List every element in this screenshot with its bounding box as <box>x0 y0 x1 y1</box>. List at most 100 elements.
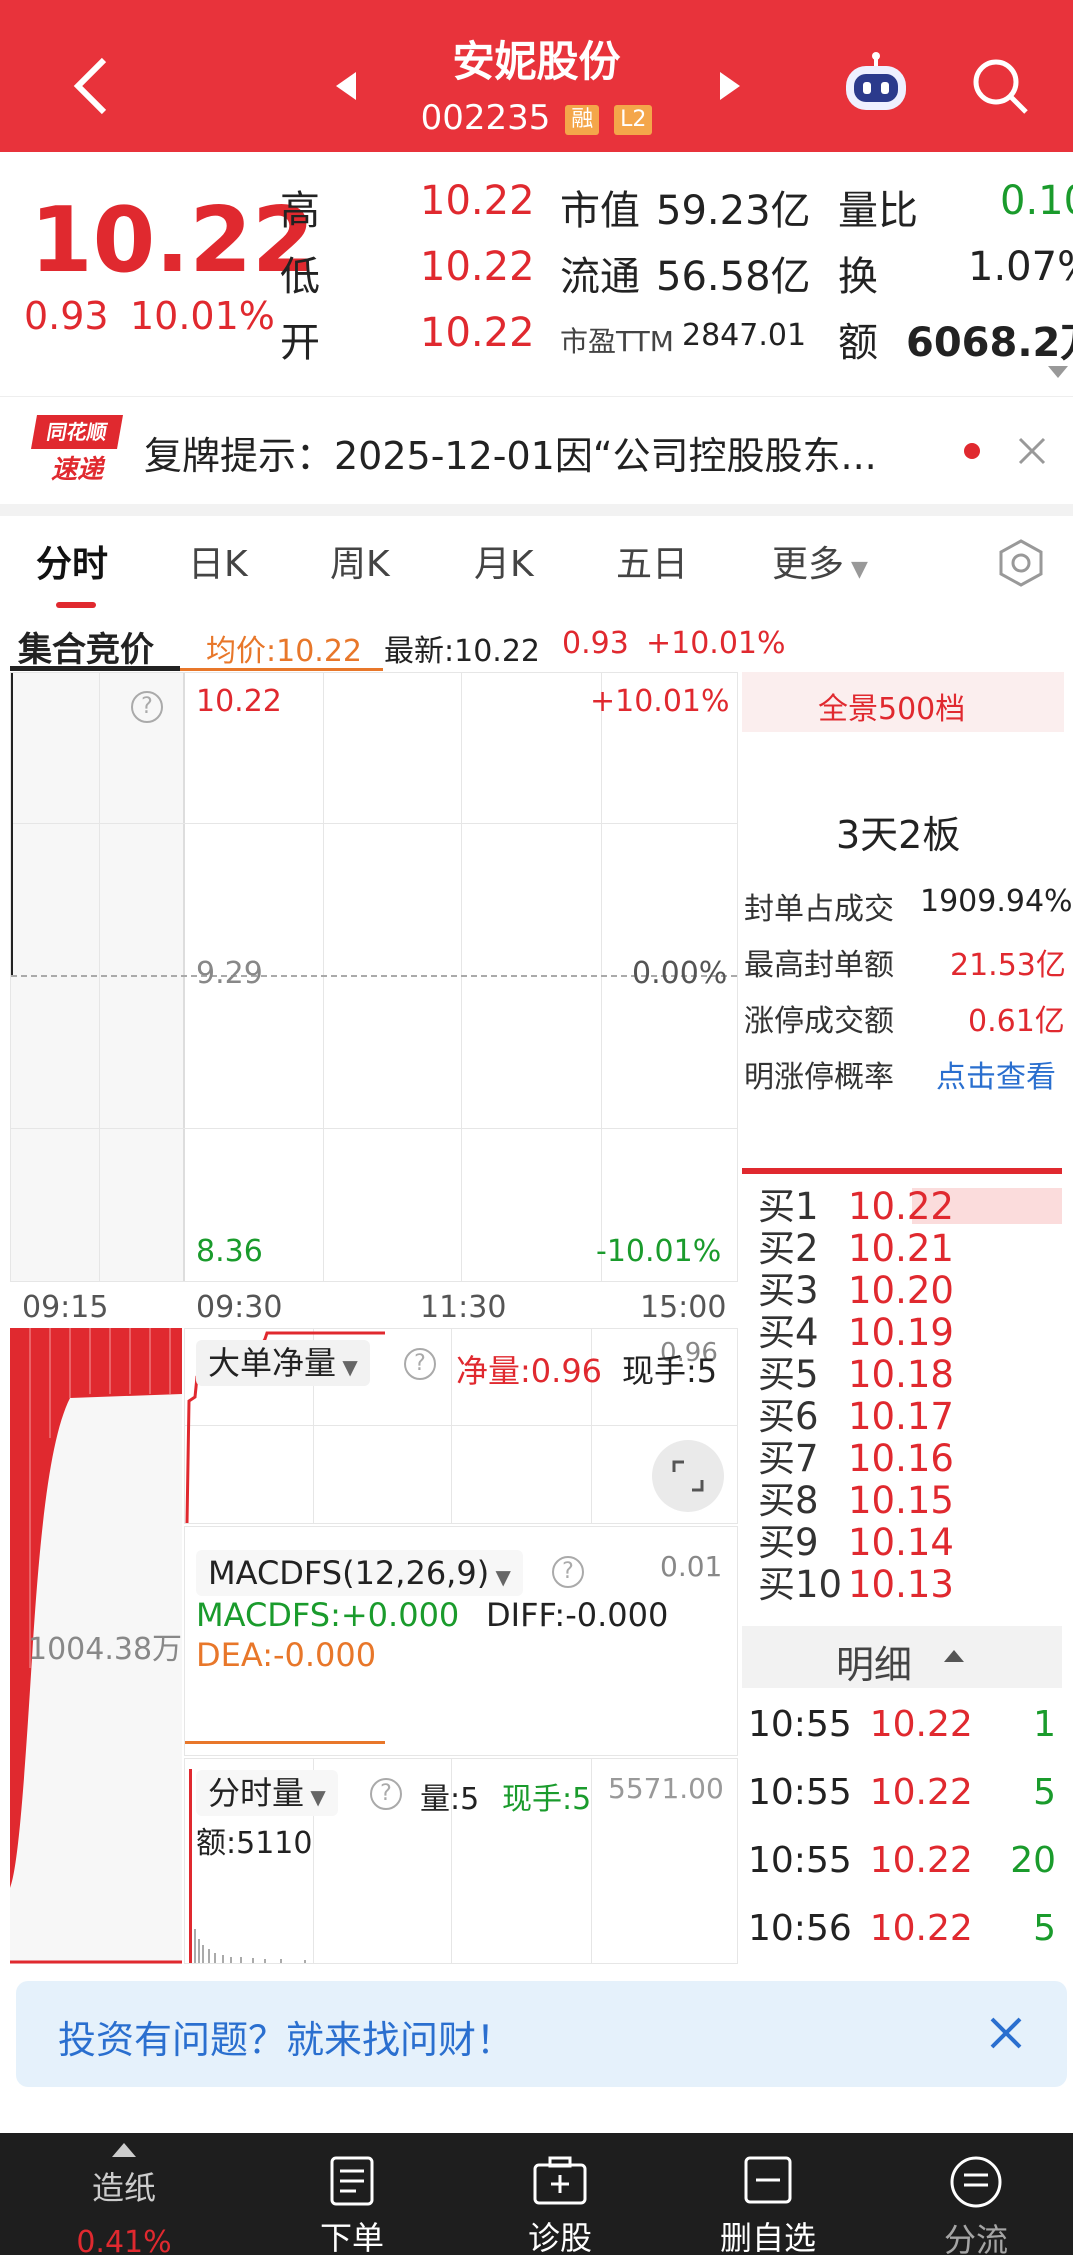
mktcap-label: 市值 <box>560 188 640 234</box>
order-book-price: 10.17 <box>848 1395 954 1438</box>
amount-label: 额 <box>838 320 878 366</box>
limit-turnover-label: 涨停成交额 <box>744 1004 894 1039</box>
up-arrow-icon <box>112 2143 136 2157</box>
panorama-500-label: 全景500档 <box>818 692 966 727</box>
nav-diagnose[interactable]: 诊股 <box>490 2155 630 2255</box>
volume-amount: 额:5110 <box>196 1826 313 1861</box>
volume-hand: 现手:5 <box>502 1782 592 1817</box>
order-book-level: 买9 <box>758 1521 819 1564</box>
open-label: 开 <box>280 320 320 366</box>
order-book-level: 买2 <box>758 1227 819 1270</box>
order-book-level: 买1 <box>758 1185 819 1228</box>
order-book-price: 10.21 <box>848 1227 954 1270</box>
ask-close-icon[interactable] <box>988 2015 1024 2051</box>
volume-help-icon[interactable]: ? <box>370 1778 402 1810</box>
nav-remove-watchlist[interactable]: 删自选 <box>698 2155 838 2255</box>
price-change-pct: 10.01% <box>130 294 275 338</box>
bottom-nav: 造纸 0.41% 下单 诊股 删自选 分流 <box>0 2133 1073 2255</box>
limit-board-count: 3天2板 <box>836 813 961 857</box>
low-label: 低 <box>280 254 320 300</box>
pe-value: 2847.01 <box>682 318 807 353</box>
limit-turnover-value: 0.61亿 <box>968 1004 1065 1039</box>
settings-hexagon-icon[interactable] <box>996 538 1046 588</box>
volume-corner-value: 5571.00 <box>608 1772 724 1805</box>
stock-code-row: 002235 融 L2 <box>0 98 1073 138</box>
order-book-price: 10.19 <box>848 1311 954 1354</box>
order-book-row: 买710.1628 <box>758 1437 954 1480</box>
tab-five-day[interactable]: 五日 <box>616 535 688 587</box>
trade-volume: 20 <box>1010 1840 1056 1881</box>
next-stock-icon[interactable] <box>718 70 742 102</box>
trade-price: 10.22 <box>869 1704 973 1745</box>
expand-down-icon[interactable] <box>1048 366 1068 380</box>
order-book-price: 10.13 <box>848 1563 954 1606</box>
macd-help-icon[interactable]: ? <box>552 1556 584 1588</box>
axis-top-price: 10.22 <box>196 684 282 719</box>
tab-intraday[interactable]: 分时 <box>36 535 108 587</box>
fullscreen-button[interactable] <box>652 1440 724 1512</box>
robot-assistant-icon[interactable] <box>840 52 912 118</box>
time-1130: 11:30 <box>420 1290 507 1325</box>
nav-industry[interactable]: 造纸 0.41% <box>54 2143 194 2255</box>
help-icon[interactable]: ? <box>131 691 163 723</box>
price-chart[interactable]: ? <box>10 672 738 1282</box>
volume-selector[interactable]: 分时量 ▼ <box>196 1770 338 1816</box>
trade-price: 10.22 <box>869 1840 973 1881</box>
order-book-price: 10.20 <box>848 1269 954 1312</box>
float-label: 流通 <box>560 254 640 300</box>
volratio-label: 量比 <box>838 188 918 234</box>
trade-detail-row: 10:56 10.22 5 <box>748 1908 1060 1949</box>
order-book-price: 10.16 <box>848 1437 954 1480</box>
order-book-row: 买510.18577 <box>758 1354 954 1396</box>
tab-monthly-k[interactable]: 月K <box>474 535 534 587</box>
latest-change: 0.93 <box>562 626 629 661</box>
remove-watchlist-icon <box>744 2156 792 2204</box>
prev-close-line <box>11 975 737 977</box>
max-seal-value: 21.53亿 <box>950 948 1066 983</box>
trade-price: 10.22 <box>869 1772 973 1813</box>
nav-industry-pct: 0.41% <box>76 2225 172 2255</box>
big-order-hand: 现手:5 <box>622 1352 718 1390</box>
trade-time: 10:55 <box>748 1840 852 1881</box>
header-bar: 安妮股份 002235 融 L2 <box>0 0 1073 152</box>
latest-change-pct: +10.01% <box>646 626 786 661</box>
order-book-row: 买1010.13159 <box>758 1563 954 1606</box>
big-order-help-icon[interactable]: ? <box>404 1348 436 1380</box>
limit-prob-link[interactable]: 点击查看 <box>936 1052 1056 1096</box>
axis-top-pct: +10.01% <box>590 684 730 719</box>
nav-more[interactable]: 分流 <box>906 2155 1046 2255</box>
time-0930: 09:30 <box>196 1290 283 1325</box>
ask-wencai-banner[interactable]: 投资有问题？就来找问财！ <box>16 1981 1067 2087</box>
order-icon <box>330 2156 374 2206</box>
tab-more[interactable]: 更多 ▼ <box>772 535 868 587</box>
low-value: 10.22 <box>420 244 535 290</box>
trade-detail-row: 10:55 10.22 5 <box>748 1772 1060 1813</box>
news-banner[interactable]: 同花顺 速递 复牌提示：2025-12-01因“公司控股股东... <box>0 396 1073 504</box>
axis-mid-price: 9.29 <box>196 956 263 991</box>
macd-selector[interactable]: MACDFS(12,26,9) ▼ <box>196 1550 523 1596</box>
detail-title: 明细 <box>836 1643 913 1687</box>
trade-price: 10.22 <box>869 1908 973 1949</box>
tab-underline <box>56 602 96 608</box>
auction-volume-label: 1004.38万 <box>28 1632 183 1667</box>
tab-daily-k[interactable]: 日K <box>188 535 248 587</box>
close-icon[interactable] <box>1016 435 1048 467</box>
trade-volume: 5 <box>1033 1772 1056 1813</box>
auction-area <box>11 673 183 1281</box>
order-book-row: 买610.17153 <box>758 1395 954 1438</box>
axis-bottom-pct: -10.01% <box>596 1234 722 1269</box>
auction-label: 集合竞价 <box>18 630 154 670</box>
order-book-row: 买810.15308 <box>758 1480 954 1522</box>
menu-circle-icon <box>950 2156 1002 2208</box>
price-change: 0.93 <box>24 294 109 338</box>
search-icon[interactable] <box>970 56 1030 116</box>
big-order-selector[interactable]: 大单净量 ▼ <box>196 1340 370 1386</box>
order-book-row: 买210.212757 <box>758 1227 954 1270</box>
tab-weekly-k[interactable]: 周K <box>330 535 390 587</box>
time-0915: 09:15 <box>22 1290 109 1325</box>
nav-order[interactable]: 下单 <box>282 2155 422 2255</box>
order-book-row: 买110.22113.42万 <box>758 1185 954 1228</box>
trade-detail-row: 10:55 10.22 1 <box>748 1704 1060 1745</box>
news-text: 复牌提示：2025-12-01因“公司控股股东... <box>144 434 877 478</box>
collapse-up-icon[interactable] <box>944 1650 964 1664</box>
